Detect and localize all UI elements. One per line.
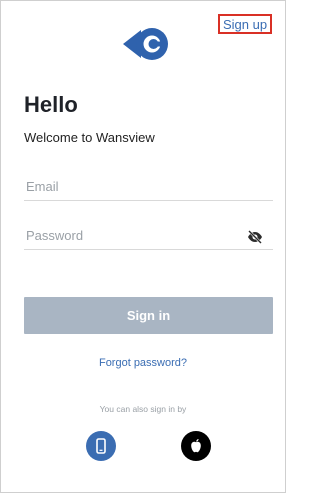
email-field[interactable] (24, 170, 277, 202)
password-input[interactable] (24, 219, 277, 251)
email-input[interactable] (24, 170, 277, 202)
apple-icon (191, 439, 201, 453)
page-subtitle: Welcome to Wansview (24, 130, 155, 145)
signin-label: Sign in (126, 308, 171, 323)
forgot-password-link[interactable]: Forgot password? (0, 357, 286, 369)
eye-slash-icon[interactable] (247, 229, 263, 245)
phone-login-button[interactable] (86, 431, 116, 461)
signup-label: Sign up (222, 16, 268, 32)
wansview-logo (123, 28, 168, 60)
signup-button[interactable]: Sign up (218, 14, 272, 34)
page-title: Hello (24, 92, 78, 117)
alt-signin-label: You can also sign in by (99, 404, 187, 414)
password-field[interactable] (24, 219, 277, 251)
signin-button[interactable]: Sign in (24, 297, 273, 334)
phone-icon (96, 438, 106, 454)
apple-login-button[interactable] (181, 431, 211, 461)
